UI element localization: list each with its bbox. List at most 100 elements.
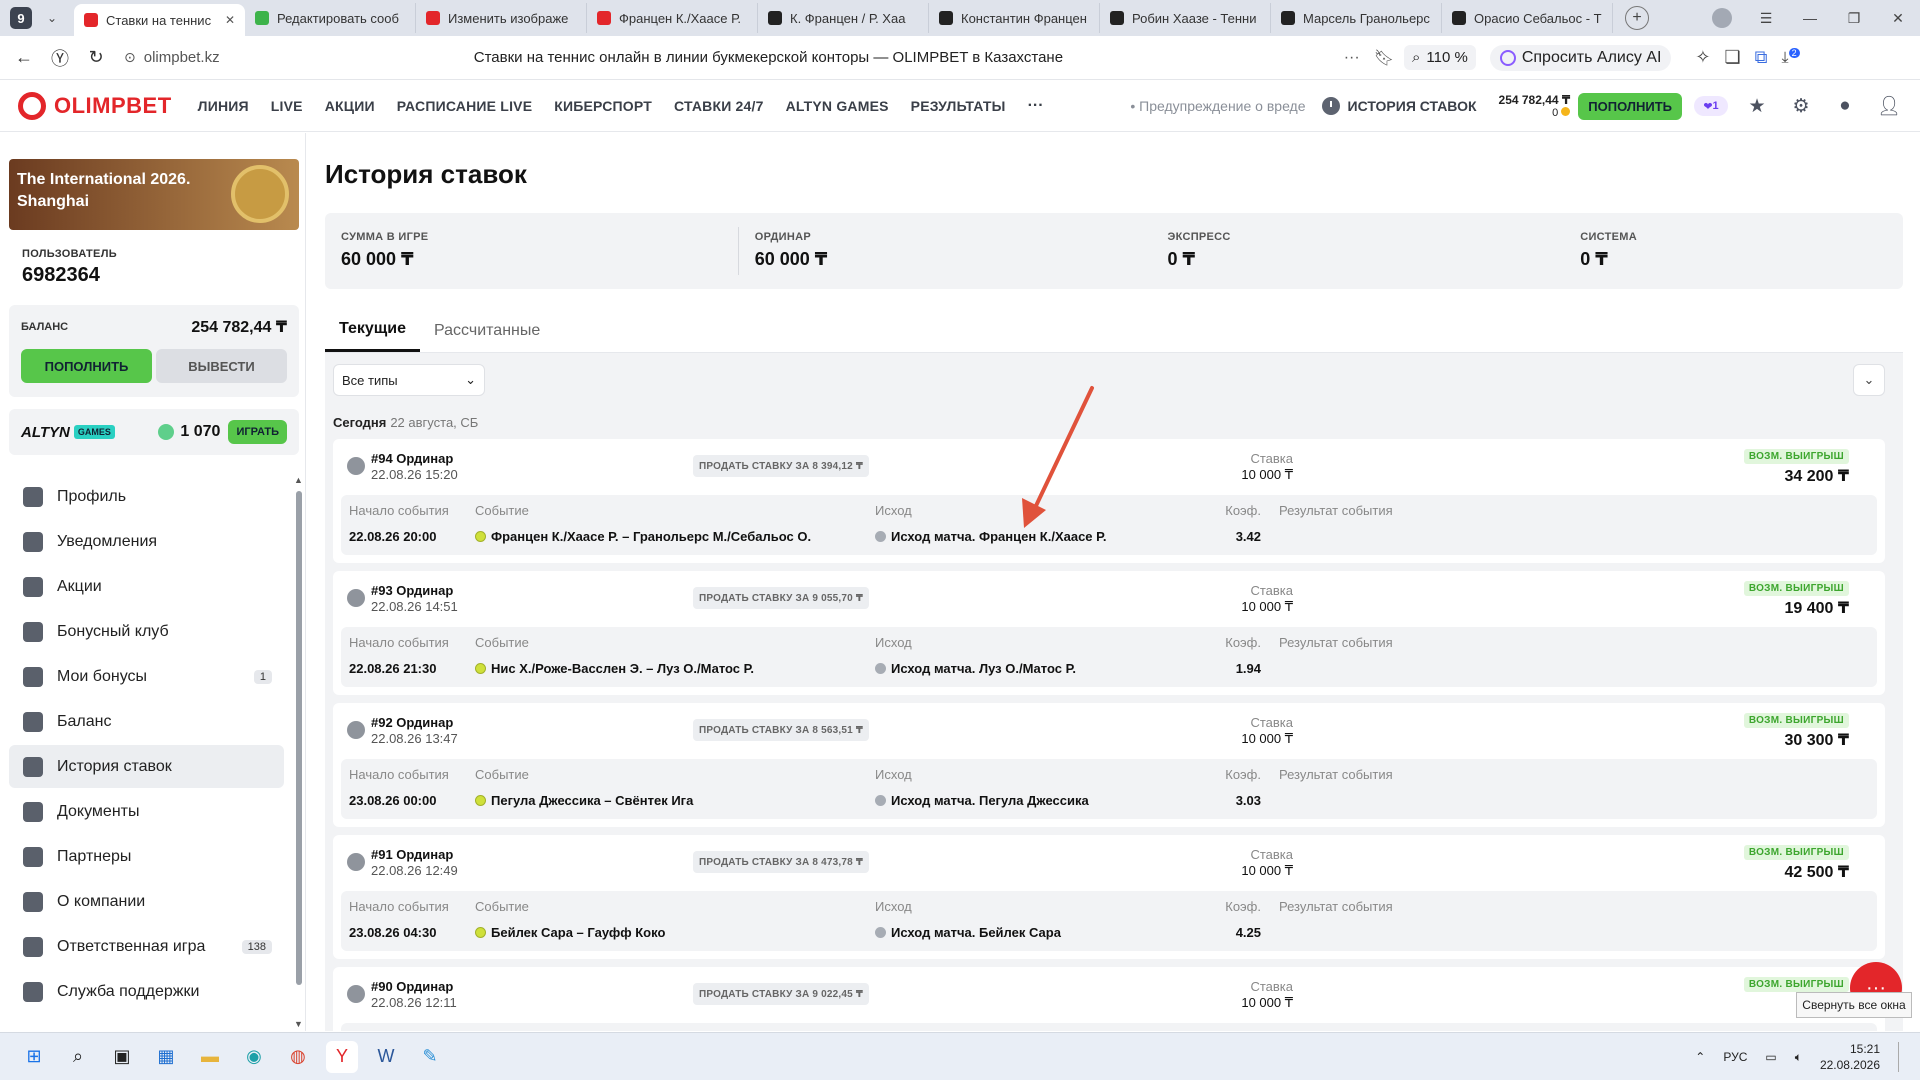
bet-type-filter[interactable]: Все типы ⌄ (333, 364, 485, 396)
nav-item[interactable]: РАСПИСАНИЕ LIVE (397, 98, 533, 114)
ask-alice-button[interactable]: Спросить Алису AI (1489, 44, 1672, 71)
start-icon[interactable]: ⊞ (18, 1041, 50, 1073)
url-field[interactable]: ⊙ olimpbet.kz Ставки на теннис онлайн в … (124, 48, 1394, 68)
restore-button[interactable]: ❐ (1832, 10, 1876, 27)
sidebar-item[interactable]: Уведомления (9, 520, 284, 563)
browser-tab[interactable]: К. Францен / Р. Хаа (758, 3, 929, 33)
browser-tab[interactable]: Робин Хаазе - Тенни (1100, 3, 1271, 33)
site-info-icon[interactable]: ⊙ (124, 49, 136, 66)
volume-icon[interactable]: 🔈︎ (1795, 1050, 1802, 1065)
notifications-icon[interactable] (1898, 1042, 1906, 1072)
more-url-icon[interactable]: ··· (1344, 49, 1360, 67)
sell-bet-button[interactable]: ПРОДАТЬ СТАВКУ ЗА 9 022,45 ₸ (693, 983, 870, 1005)
browser-tab[interactable]: Ставки на теннис ✕ (74, 4, 245, 36)
nav-item[interactable]: КИБЕРСПОРТ (554, 98, 652, 114)
event-label: Событие (475, 503, 529, 518)
settings-icon[interactable]: ⚙ (1790, 95, 1812, 117)
sidebar-scrollbar[interactable] (296, 491, 302, 985)
chat-icon[interactable]: ● (1834, 95, 1856, 117)
tray-chevron-icon[interactable]: ⌃ (1695, 1050, 1705, 1064)
header-balance[interactable]: 254 782,44 ₸ 0 (1499, 93, 1571, 119)
possible-win-badge: ВОЗМ. ВЫИГРЫШ (1743, 713, 1849, 728)
network-icon[interactable]: ▭ (1765, 1050, 1776, 1064)
sidebar-item[interactable]: Ответственная игра 138 (9, 925, 284, 968)
sell-bet-button[interactable]: ПРОДАТЬ СТАВКУ ЗА 9 055,70 ₸ (693, 587, 870, 609)
nav-item[interactable]: РЕЗУЛЬТАТЫ (911, 98, 1006, 114)
withdraw-button[interactable]: ВЫВЕСТИ (156, 349, 287, 383)
word-icon[interactable]: W (370, 1041, 402, 1073)
chrome-icon[interactable]: ◍ (282, 1041, 314, 1073)
yandex-browser-icon[interactable]: Ⓨ (42, 45, 78, 71)
sidebar-item[interactable]: Мои бонусы 1 (9, 655, 284, 698)
close-window-button[interactable]: ✕ (1876, 10, 1920, 27)
file-explorer-icon[interactable]: ▬ (194, 1041, 226, 1073)
more-nav-icon[interactable]: ··· (1028, 97, 1044, 115)
gift-badge[interactable]: ❤︎ 1 (1694, 96, 1728, 116)
bookmark-icon[interactable]: 🔖︎ (1374, 48, 1394, 68)
favorites-icon[interactable]: ★ (1746, 95, 1768, 117)
sidebar-item[interactable]: Профиль (9, 475, 284, 518)
tab-count-badge[interactable]: 9 (10, 7, 32, 29)
reload-icon[interactable]: ↻ (78, 47, 114, 68)
minimize-button[interactable]: — (1788, 10, 1832, 26)
sidebar-item[interactable]: Партнеры (9, 835, 284, 878)
sidebar-item[interactable]: Баланс (9, 700, 284, 743)
new-tab-button[interactable]: + (1625, 6, 1649, 30)
browser-tab[interactable]: Константин Францен (929, 3, 1100, 33)
extensions-icon[interactable]: ✧ (1695, 47, 1710, 68)
account-icon[interactable]: 👤︎ (1877, 95, 1901, 117)
search-icon[interactable]: ⌕ (62, 1041, 94, 1073)
sidebar-item[interactable]: Бонусный клуб (9, 610, 284, 653)
header-topup-button[interactable]: ПОПОЛНИТЬ (1578, 92, 1682, 120)
sidebar-item[interactable]: Служба поддержки (9, 970, 284, 1013)
sidebar-item[interactable]: Акции (9, 565, 284, 608)
edge-icon[interactable]: ◉ (238, 1041, 270, 1073)
sidebar-item[interactable]: Документы (9, 790, 284, 833)
taskbar-clock[interactable]: 15:21 22.08.2026 (1820, 1041, 1880, 1073)
nav-item[interactable]: СТАВКИ 24/7 (674, 98, 764, 114)
scroll-down-icon[interactable]: ▼ (294, 1019, 303, 1029)
browser-tab[interactable]: Францен К./Хаасе Р. (587, 3, 758, 33)
promo-banner[interactable]: The International 2026. Shanghai (9, 159, 299, 230)
sidebar-item[interactable]: История ставок (9, 745, 284, 788)
sell-bet-button[interactable]: ПРОДАТЬ СТАВКУ ЗА 8 473,78 ₸ (693, 851, 870, 873)
nav-item[interactable]: LIVE (271, 98, 303, 114)
sell-bet-button[interactable]: ПРОДАТЬ СТАВКУ ЗА 8 563,51 ₸ (693, 719, 870, 741)
tab-settled[interactable]: Рассчитанные (420, 309, 554, 352)
tabs-dropdown-icon[interactable]: ⌄ (38, 11, 66, 25)
bet-history-link[interactable]: ИСТОРИЯ СТАВОК (1321, 97, 1477, 115)
outcome-value: Исход матча. Луз О./Матос Р. (875, 661, 1076, 676)
browser-tab[interactable]: Марсель Гранольерс (1271, 3, 1442, 33)
harm-warning-link[interactable]: • Предупреждение о вреде (1130, 98, 1305, 114)
browser-tab[interactable]: Изменить изображе (416, 3, 587, 33)
translate-icon[interactable]: ⧉ (1755, 47, 1768, 68)
browser-tab[interactable]: Редактировать сооб (245, 3, 416, 33)
topup-button[interactable]: ПОПОЛНИТЬ (21, 349, 152, 383)
nav-item[interactable]: АКЦИИ (325, 98, 375, 114)
nav-item[interactable]: ALTYN GAMES (786, 98, 889, 114)
summary-column: ОРДИНАР 60 000 ₸ (739, 213, 1152, 289)
store-icon[interactable]: ▦ (150, 1041, 182, 1073)
task-view-icon[interactable]: ▣ (106, 1041, 138, 1073)
browser-profile-icon[interactable] (1712, 8, 1732, 28)
sell-bet-button[interactable]: ПРОДАТЬ СТАВКУ ЗА 8 394,12 ₸ (693, 455, 870, 477)
sidebar-item[interactable]: О компании (9, 880, 284, 923)
language-indicator[interactable]: РУС (1723, 1050, 1747, 1064)
scroll-up-icon[interactable]: ▲ (294, 475, 303, 485)
downloads-icon[interactable]: ⤓ 2 (1782, 47, 1800, 67)
close-tab-icon[interactable]: ✕ (225, 13, 235, 27)
paint-icon[interactable]: ✎ (414, 1041, 446, 1073)
yandex-browser-taskbar-icon[interactable]: Y (326, 1040, 358, 1073)
tab-current[interactable]: Текущие (325, 309, 421, 352)
browser-menu-icon[interactable]: ☰ (1744, 10, 1788, 27)
zoom-indicator[interactable]: ⌕ 110 % (1404, 45, 1476, 70)
browser-tab[interactable]: Орасио Себальос - Т (1442, 3, 1613, 33)
collections-icon[interactable]: ❏ (1725, 47, 1741, 68)
back-icon[interactable]: ← (6, 47, 42, 68)
collapse-all-button[interactable]: ⌄ (1853, 364, 1885, 396)
nav-item[interactable]: ЛИНИЯ (198, 98, 249, 114)
outcome-icon (875, 927, 886, 938)
olimpbet-logo[interactable]: OLIMPBET (18, 91, 172, 120)
altyn-play-button[interactable]: ИГРАТЬ (228, 420, 287, 444)
event-value: Францен К./Хаасе Р. – Гранольерс М./Себа… (475, 529, 811, 544)
